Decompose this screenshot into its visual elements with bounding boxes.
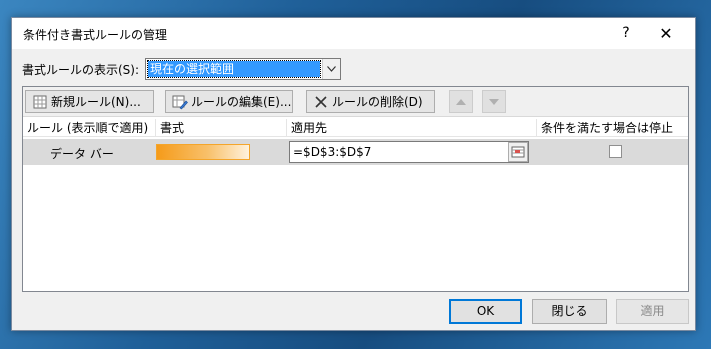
range-select-button[interactable] bbox=[508, 142, 528, 162]
delete-rule-label: ルールの削除(D) bbox=[332, 95, 423, 109]
header-applies-to: 適用先 bbox=[287, 119, 537, 137]
chevron-down-icon[interactable] bbox=[322, 59, 340, 79]
arrow-down-icon bbox=[489, 98, 499, 105]
stop-if-true-checkbox[interactable] bbox=[609, 145, 622, 158]
move-down-button[interactable] bbox=[482, 90, 506, 113]
header-stop-if-true: 条件を満たす場合は停止 bbox=[541, 121, 674, 135]
close-button[interactable]: 閉じる bbox=[532, 299, 607, 324]
help-button[interactable]: ? bbox=[609, 18, 643, 49]
show-rules-selected-value: 現在の選択範囲 bbox=[147, 60, 321, 78]
delete-rule-button[interactable]: ルールの削除(D) bbox=[306, 90, 435, 113]
new-rule-label: 新規ルール(N)... bbox=[51, 95, 141, 109]
rules-table-header: ルール (表示順で適用) 書式 適用先 条件を満たす場合は停止 bbox=[23, 119, 688, 137]
table-row[interactable]: データ バー =$D$3:$D$7 bbox=[23, 139, 688, 165]
move-up-button[interactable] bbox=[449, 90, 473, 113]
title-bar: 条件付き書式ルールの管理 ? ✕ bbox=[12, 18, 695, 49]
header-format: 書式 bbox=[156, 119, 287, 137]
edit-rule-button[interactable]: ルールの編集(E)... bbox=[165, 90, 293, 113]
show-rules-label: 書式ルールの表示(S): bbox=[22, 63, 140, 77]
rules-panel: 新規ルール(N)... ルールの編集(E)... ルールの削除(D) ルール (… bbox=[22, 86, 689, 292]
dialog-title: 条件付き書式ルールの管理 bbox=[23, 28, 168, 42]
edit-rule-icon bbox=[172, 94, 188, 110]
ok-button[interactable]: OK bbox=[449, 299, 522, 324]
header-rule: ルール (表示順で適用) bbox=[23, 119, 156, 137]
rules-toolbar: 新規ルール(N)... ルールの編集(E)... ルールの削除(D) bbox=[23, 87, 688, 117]
new-rule-button[interactable]: 新規ルール(N)... bbox=[25, 90, 154, 113]
applies-to-field[interactable]: =$D$3:$D$7 bbox=[289, 141, 529, 163]
edit-rule-label: ルールの編集(E)... bbox=[191, 95, 292, 109]
data-bar-format-preview bbox=[156, 144, 250, 160]
conditional-formatting-rules-manager-dialog: 条件付き書式ルールの管理 ? ✕ 書式ルールの表示(S): 現在の選択範囲 新規… bbox=[11, 17, 696, 331]
range-select-icon bbox=[511, 146, 525, 158]
delete-x-icon bbox=[313, 94, 329, 110]
arrow-up-icon bbox=[456, 98, 466, 105]
close-icon[interactable]: ✕ bbox=[649, 18, 683, 49]
new-rule-icon bbox=[32, 94, 48, 110]
show-rules-dropdown[interactable]: 現在の選択範囲 bbox=[145, 58, 341, 80]
rule-name: データ バー bbox=[50, 147, 114, 161]
apply-button[interactable]: 適用 bbox=[616, 299, 689, 324]
